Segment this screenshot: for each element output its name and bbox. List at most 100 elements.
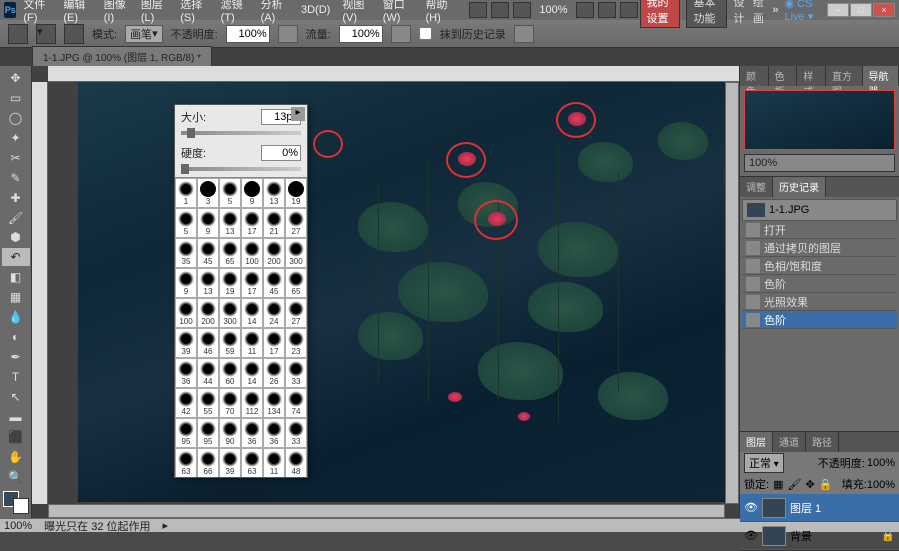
lock-all-icon[interactable]: 🔒 [819, 478, 833, 491]
history-item[interactable]: 打开 [742, 221, 897, 239]
tab-layers[interactable]: 图层 [740, 432, 773, 452]
lock-trans-icon[interactable]: ▦ [773, 478, 783, 491]
brush-preset[interactable]: 27 [285, 298, 307, 328]
brush-preset[interactable]: 200 [263, 238, 285, 268]
brush-preset[interactable]: 134 [263, 388, 285, 418]
layer-opacity[interactable]: 100% [867, 457, 895, 469]
menu-view[interactable]: 视图(V) [337, 0, 375, 26]
menu-file[interactable]: 文件(F) [18, 0, 56, 26]
brush-preset[interactable]: 90 [219, 418, 241, 448]
navigator-thumbnail[interactable] [744, 90, 895, 150]
move-tool[interactable]: ✥ [2, 69, 30, 87]
tablet-pressure-icon[interactable] [514, 25, 534, 43]
tab-paths[interactable]: 路径 [806, 432, 839, 452]
brush-preset[interactable]: 200 [197, 298, 219, 328]
brush-preset[interactable]: 3 [197, 178, 219, 208]
brush-preset[interactable]: 1 [175, 178, 197, 208]
brush-preset[interactable]: 46 [197, 328, 219, 358]
tab-styles[interactable]: 样式 [797, 66, 826, 86]
dodge-tool[interactable]: ◐ [2, 328, 30, 346]
visibility-icon[interactable]: 👁 [744, 501, 758, 515]
workspace-draw[interactable]: 绘画 [753, 0, 766, 26]
brush-preset[interactable]: 59 [219, 328, 241, 358]
stamp-tool[interactable]: ⬢ [2, 229, 30, 247]
opacity-input[interactable] [226, 25, 270, 43]
flow-input[interactable] [339, 25, 383, 43]
cs-live[interactable]: ◉ CS Live ▾ [784, 0, 821, 23]
tab-navigator[interactable]: 导航器 [863, 66, 899, 86]
brush-preset[interactable]: 63 [175, 448, 197, 477]
launch-mb-icon[interactable] [491, 2, 509, 18]
brush-preset[interactable]: 19 [285, 178, 307, 208]
history-brush-tool[interactable]: ↶ [2, 248, 30, 266]
gradient-tool[interactable]: ▦ [2, 288, 30, 306]
3d-tool[interactable]: ⬛ [2, 428, 30, 446]
brush-preset[interactable]: 11 [263, 448, 285, 477]
brush-panel-toggle[interactable] [64, 24, 84, 44]
brush-preset[interactable]: 17 [241, 208, 263, 238]
brush-preset[interactable]: 35 [175, 238, 197, 268]
menu-filter[interactable]: 滤镜(T) [216, 0, 254, 26]
brush-preset[interactable]: 13 [197, 268, 219, 298]
marquee-tool[interactable]: ▭ [2, 89, 30, 107]
ruler-vertical[interactable] [32, 82, 48, 504]
menu-3d[interactable]: 3D(D) [296, 2, 335, 18]
menu-select[interactable]: 选择(S) [175, 0, 213, 26]
brush-preset[interactable]: 74 [285, 388, 307, 418]
brush-preset[interactable]: 55 [197, 388, 219, 418]
brush-preset[interactable]: 21 [263, 208, 285, 238]
brush-preset[interactable]: 112 [241, 388, 263, 418]
brush-preset[interactable]: 45 [197, 238, 219, 268]
tab-histogram[interactable]: 直方图 [826, 66, 863, 86]
mode-dropdown[interactable]: 画笔 ▾ [125, 25, 163, 43]
brush-preset[interactable]: 33 [285, 418, 307, 448]
lock-pixels-icon[interactable]: 🖌 [787, 478, 801, 491]
brush-preset[interactable]: 70 [219, 388, 241, 418]
brush-preview[interactable]: ▾ [36, 24, 56, 44]
zoom-level[interactable]: 100% [539, 4, 567, 16]
view-extras-icon[interactable] [513, 2, 531, 18]
brush-preset[interactable]: 36 [175, 358, 197, 388]
menu-window[interactable]: 窗口(W) [378, 0, 419, 26]
window-close[interactable]: × [873, 3, 895, 17]
brush-preset[interactable]: 14 [241, 358, 263, 388]
tab-channels[interactable]: 通道 [773, 432, 806, 452]
history-item[interactable]: 色相/饱和度 [742, 257, 897, 275]
brush-preset[interactable]: 19 [219, 268, 241, 298]
brush-preset[interactable]: 17 [241, 268, 263, 298]
lock-pos-icon[interactable]: ✥ [805, 478, 814, 491]
eraser-tool[interactable]: ◧ [2, 268, 30, 286]
brush-preset[interactable]: 33 [285, 358, 307, 388]
brush-preset[interactable]: 23 [285, 328, 307, 358]
brush-preset[interactable]: 11 [241, 328, 263, 358]
brush-preset[interactable]: 44 [197, 358, 219, 388]
screen-mode-icon[interactable] [620, 2, 638, 18]
ruler-horizontal[interactable] [48, 66, 739, 82]
brush-preset[interactable]: 9 [175, 268, 197, 298]
navigator-zoom[interactable]: 100% [744, 154, 895, 172]
brush-preset[interactable]: 26 [263, 358, 285, 388]
brush-preset[interactable]: 65 [285, 268, 307, 298]
hand-icon[interactable] [576, 2, 594, 18]
scrollbar-horizontal[interactable] [48, 504, 725, 518]
tool-preset[interactable] [8, 24, 28, 44]
eyedropper-tool[interactable]: ✎ [2, 169, 30, 187]
brush-preset[interactable]: 9 [197, 208, 219, 238]
brush-preset[interactable]: 42 [175, 388, 197, 418]
brush-preset[interactable]: 95 [197, 418, 219, 448]
window-max[interactable]: □ [850, 3, 872, 17]
brush-preset[interactable]: 14 [241, 298, 263, 328]
brush-preset[interactable]: 36 [241, 418, 263, 448]
workspace-design[interactable]: 设计 [733, 0, 746, 26]
history-checkbox[interactable] [419, 27, 432, 40]
opacity-pressure-icon[interactable] [278, 25, 298, 43]
brush-preset[interactable]: 13 [263, 178, 285, 208]
menu-edit[interactable]: 编辑(E) [58, 0, 96, 26]
brush-preset[interactable]: 65 [219, 238, 241, 268]
document-tab[interactable]: 1-1.JPG @ 100% (图层 1, RGB/8) * [32, 46, 212, 66]
menu-analysis[interactable]: 分析(A) [256, 0, 294, 26]
heal-tool[interactable]: ✚ [2, 189, 30, 207]
brush-preset[interactable]: 9 [241, 178, 263, 208]
scrollbar-vertical[interactable] [725, 82, 739, 504]
layer-item[interactable]: 👁背景🔒 [740, 522, 899, 550]
